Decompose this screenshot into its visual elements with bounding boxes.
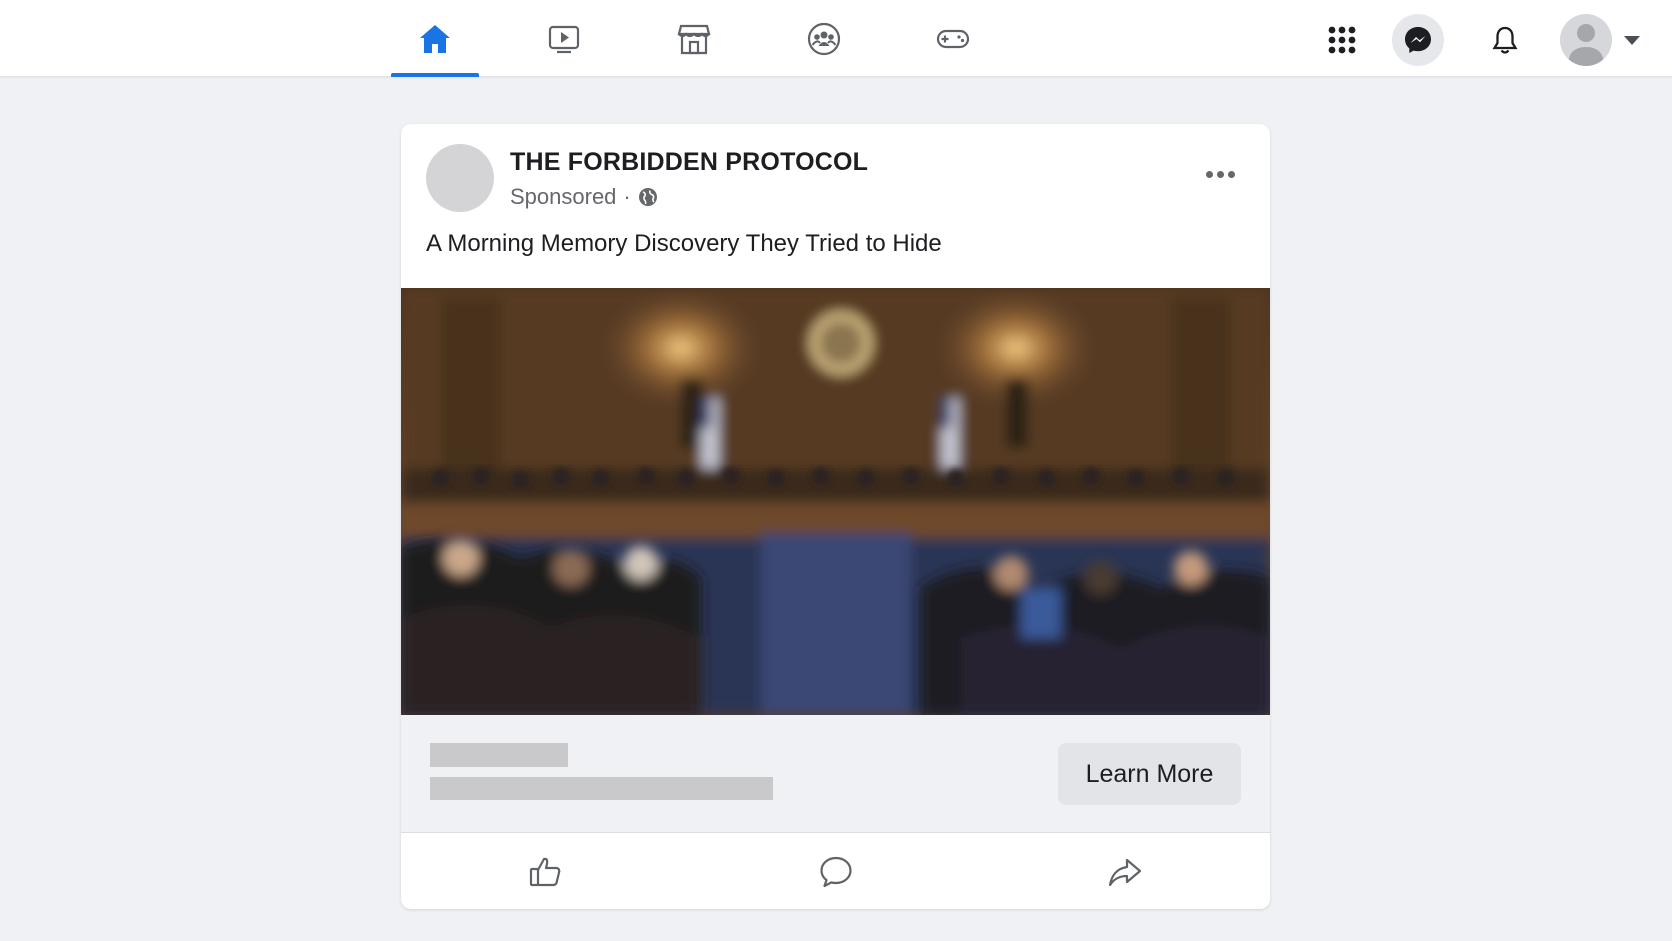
comment-button[interactable] xyxy=(691,834,981,909)
learn-more-button[interactable]: Learn More xyxy=(1058,743,1241,805)
tab-watch[interactable] xyxy=(520,0,608,77)
tab-marketplace[interactable] xyxy=(650,0,738,77)
more-dot xyxy=(1216,170,1224,178)
top-navigation-bar xyxy=(0,0,1672,77)
description-placeholder xyxy=(430,777,773,800)
headline-placeholder xyxy=(430,743,568,767)
account-avatar-icon xyxy=(1560,14,1612,66)
notifications-button[interactable] xyxy=(1479,14,1531,66)
account-menu[interactable] xyxy=(1560,14,1660,66)
groups-icon xyxy=(807,22,841,55)
link-preview[interactable]: Learn More xyxy=(401,715,1270,833)
sponsored-post-card: THE FORBIDDEN PROTOCOL Sponsored · A Mor… xyxy=(401,124,1270,909)
menu-grid-icon xyxy=(1328,26,1356,54)
share-button[interactable] xyxy=(980,834,1270,909)
tab-gaming[interactable] xyxy=(909,0,997,77)
post-meta: Sponsored · xyxy=(510,184,658,210)
messenger-icon xyxy=(1405,27,1431,53)
tab-groups[interactable] xyxy=(780,0,868,77)
menu-button[interactable] xyxy=(1316,14,1368,66)
comment-icon xyxy=(819,856,852,887)
post-actions xyxy=(401,834,1270,909)
watch-video-icon xyxy=(548,25,580,53)
caret-down-icon xyxy=(1624,35,1640,45)
tab-home[interactable] xyxy=(391,0,479,77)
meta-separator: · xyxy=(623,184,631,209)
like-button[interactable] xyxy=(401,834,691,909)
page-name[interactable]: THE FORBIDDEN PROTOCOL xyxy=(510,148,868,177)
gaming-controller-icon xyxy=(936,29,970,48)
sponsored-label[interactable]: Sponsored xyxy=(510,184,616,210)
like-icon xyxy=(529,857,561,886)
more-options-button[interactable] xyxy=(1194,154,1246,194)
globe-icon xyxy=(638,188,657,206)
share-icon xyxy=(1109,858,1142,886)
more-dot xyxy=(1205,170,1213,178)
messenger-button[interactable] xyxy=(1392,14,1444,66)
post-image[interactable] xyxy=(401,288,1270,715)
page-avatar[interactable] xyxy=(426,144,494,212)
hearing-room-photo xyxy=(401,288,1270,715)
home-icon xyxy=(420,24,450,53)
post-text: A Morning Memory Discovery They Tried to… xyxy=(426,230,942,257)
notifications-bell-icon xyxy=(1492,26,1518,54)
more-dot xyxy=(1227,170,1235,178)
marketplace-store-icon xyxy=(677,24,711,54)
